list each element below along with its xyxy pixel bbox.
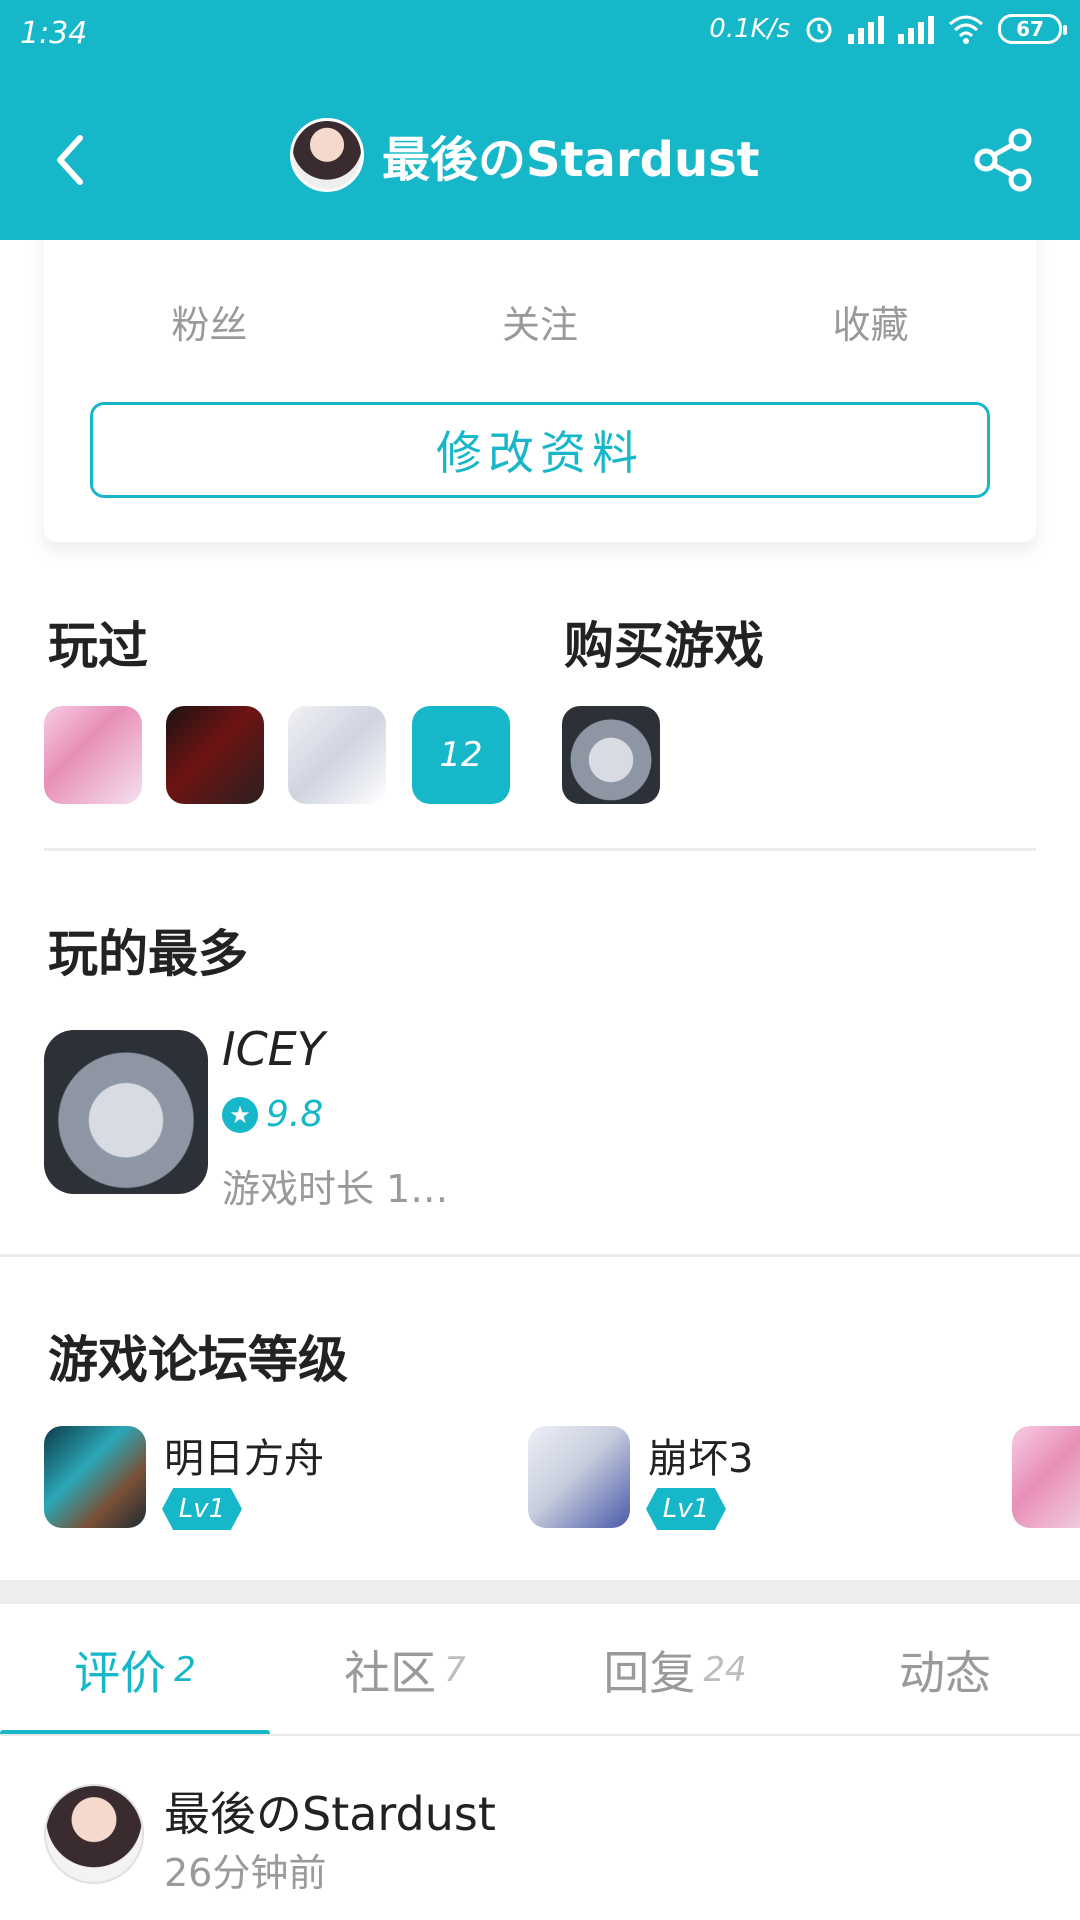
- game-rating: ★ 9.8: [222, 1094, 323, 1135]
- stat-label: 关注: [502, 303, 579, 347]
- section-separator: [0, 1580, 1080, 1604]
- status-bar: 1:34 0.1K/s 67: [0, 0, 1080, 72]
- edit-profile-button[interactable]: 修改资料: [90, 402, 990, 498]
- divider: [0, 1254, 1080, 1257]
- tab-count: 2: [174, 1650, 196, 1690]
- star-icon: ★: [222, 1096, 258, 1133]
- tab-community[interactable]: 社区 7: [270, 1604, 540, 1736]
- signal-icon-1: [848, 14, 884, 44]
- tab-activity[interactable]: 动态: [810, 1604, 1080, 1736]
- stat-label: 粉丝: [171, 303, 248, 347]
- tab-label: 回复: [603, 1646, 696, 1700]
- forum-level-title: 游戏论坛等级: [48, 1331, 348, 1389]
- tab-label: 社区: [344, 1646, 437, 1700]
- played-title: 玩过: [48, 617, 148, 675]
- divider: [44, 848, 1036, 851]
- tab-count: 24: [703, 1650, 747, 1690]
- signal-icon-2: [898, 14, 934, 44]
- most-played-game-icon[interactable]: [44, 1030, 208, 1194]
- level-badge: Lv1: [162, 1488, 242, 1530]
- tab-count: 7: [444, 1650, 466, 1690]
- chevron-left-icon: [57, 135, 83, 185]
- page-title: 最後のStardust: [382, 132, 760, 188]
- avatar[interactable]: [290, 118, 364, 192]
- tab-label: 评价: [74, 1646, 167, 1700]
- net-speed: 0.1K/s: [709, 14, 790, 44]
- most-played-game-name[interactable]: ICEY: [222, 1022, 325, 1076]
- post-author-name[interactable]: 最後のStardust: [164, 1778, 496, 1844]
- tab-label: 动态: [899, 1646, 991, 1700]
- level-badge: Lv1: [646, 1488, 726, 1530]
- most-played-title: 玩的最多: [48, 925, 248, 983]
- battery-icon: 67: [998, 14, 1067, 44]
- stat-label: 收藏: [832, 303, 909, 347]
- forum-level-item-partial[interactable]: [1012, 1426, 1080, 1536]
- forum-game-thumb: [1012, 1426, 1080, 1528]
- alarm-icon: [806, 17, 832, 43]
- share-icon: [974, 128, 1032, 192]
- played-game-thumb[interactable]: [44, 706, 142, 804]
- profile-tabs: 评价 2 社区 7 回复 24 动态: [0, 1604, 1080, 1736]
- status-icons: 0.1K/s 67: [709, 14, 1067, 44]
- forum-game-thumb: [44, 1426, 146, 1528]
- tabs-divider: [0, 1734, 1080, 1736]
- tab-replies[interactable]: 回复 24: [540, 1604, 810, 1736]
- post-author-avatar[interactable]: [44, 1784, 144, 1884]
- forum-game-thumb: [528, 1426, 630, 1528]
- status-time: 1:34: [20, 16, 88, 51]
- profile-stats-card: 0 粉丝 28 关注 4 收藏 修改资料: [44, 200, 1036, 542]
- purchased-game-thumb[interactable]: [562, 706, 660, 804]
- share-button[interactable]: [968, 124, 1040, 196]
- played-game-thumb[interactable]: [288, 706, 386, 804]
- played-game-thumb[interactable]: [166, 706, 264, 804]
- tab-reviews[interactable]: 评价 2: [0, 1604, 270, 1736]
- played-more-button[interactable]: 12: [412, 706, 510, 804]
- wifi-icon: [949, 15, 983, 44]
- post-time: 26分钟前: [164, 1851, 327, 1895]
- forum-game-name: 明日方舟: [164, 1436, 324, 1482]
- title-group: 最後のStardust: [290, 118, 760, 192]
- back-button[interactable]: [40, 120, 100, 200]
- playtime-text: 游戏时长 1…: [222, 1167, 449, 1211]
- top-app-bar: 1:34 0.1K/s 67 最後のStardust: [0, 0, 1080, 240]
- nav-bar: 最後のStardust: [0, 100, 1080, 220]
- forum-game-name: 崩坏3: [648, 1436, 754, 1482]
- rating-value: 9.8: [266, 1094, 324, 1135]
- purchased-title: 购买游戏: [564, 617, 764, 675]
